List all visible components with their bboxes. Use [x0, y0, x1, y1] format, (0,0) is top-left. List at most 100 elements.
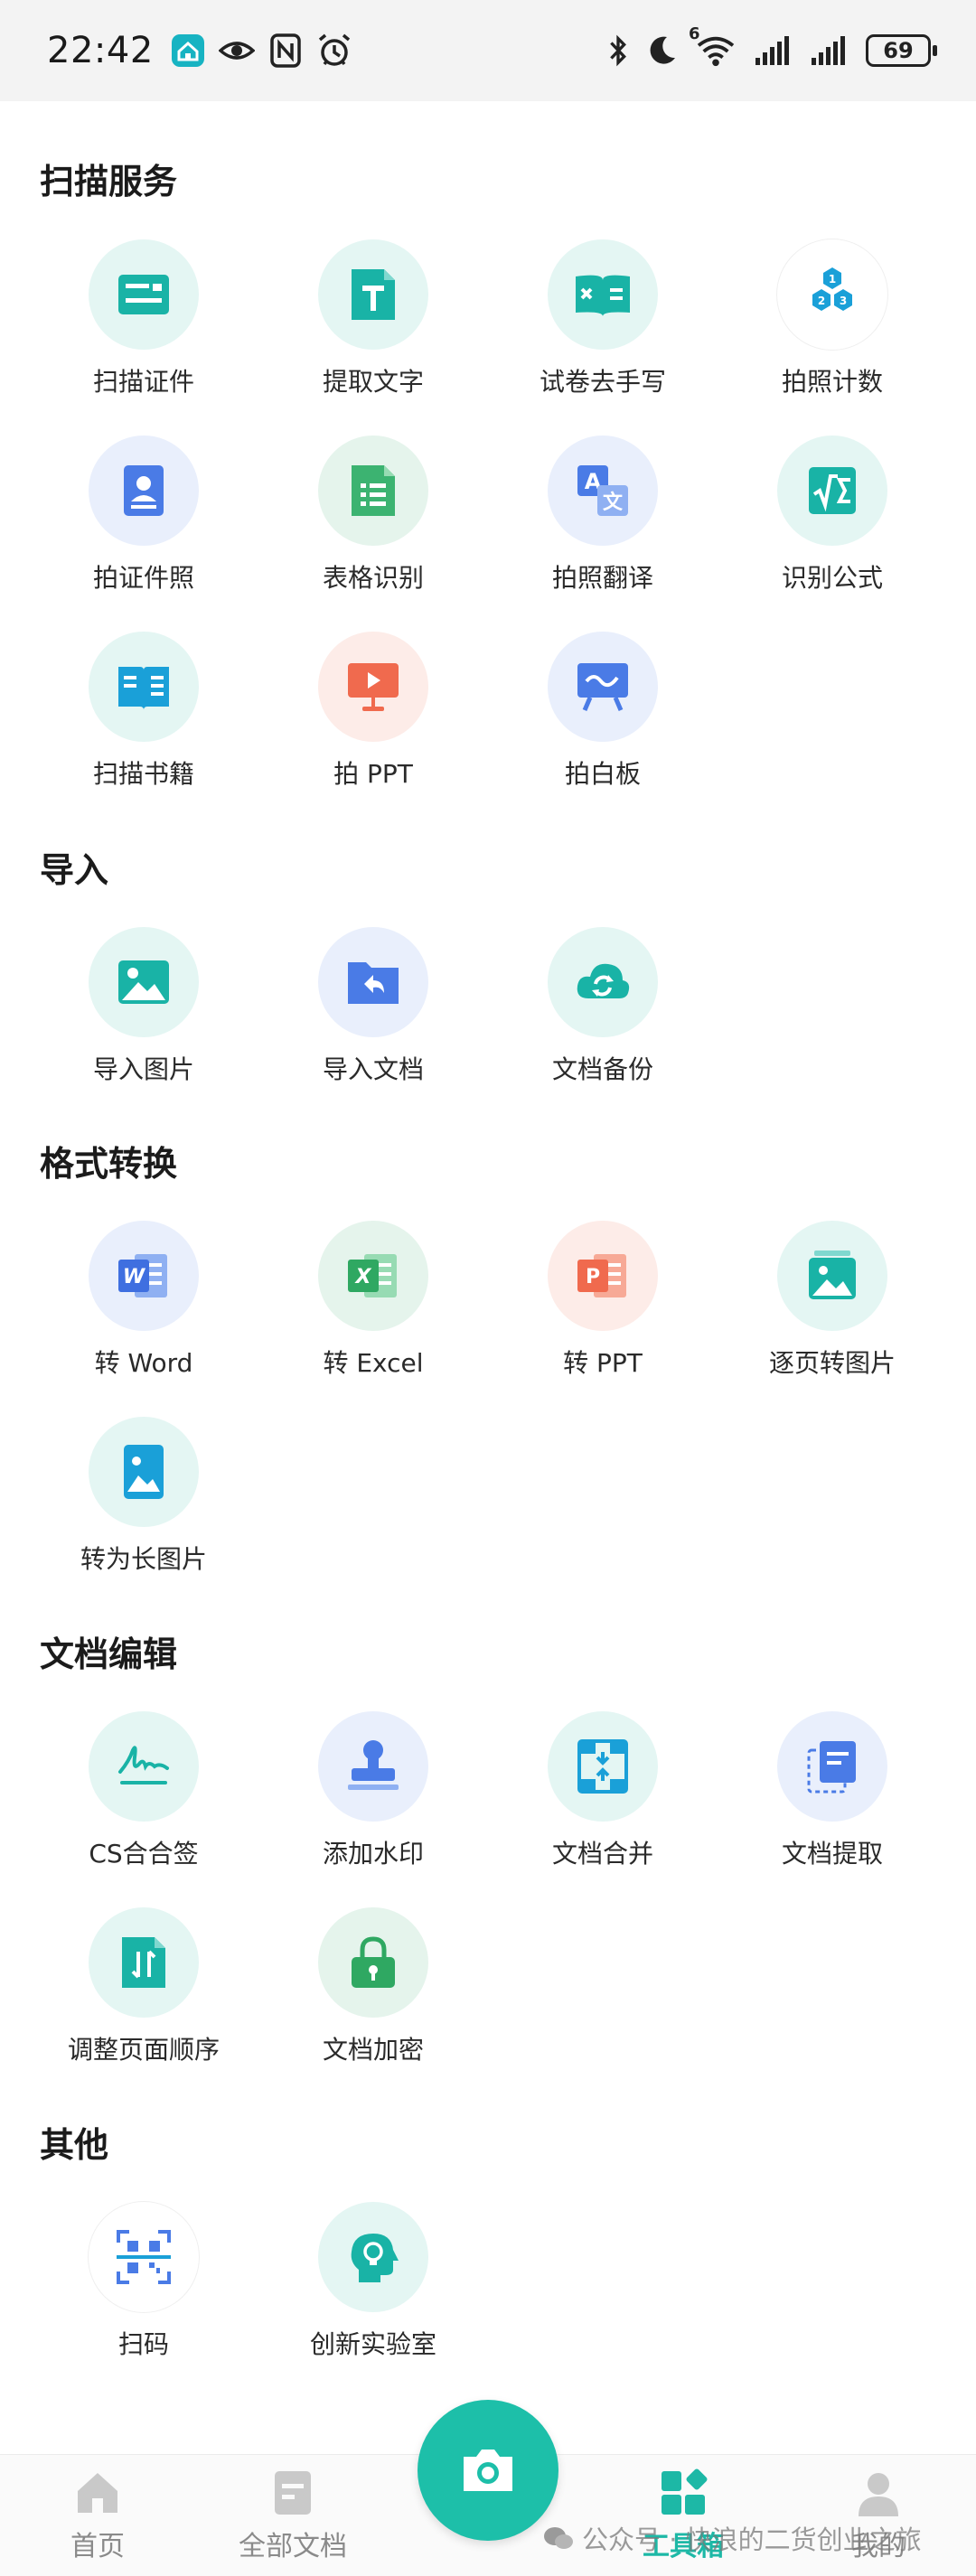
camera-button[interactable]: [418, 2400, 558, 2541]
tool-label: 逐页转图片: [768, 1348, 896, 1378]
extract-pages-icon: [807, 1741, 856, 1794]
tool-label: 拍 PPT: [333, 759, 413, 789]
stamp-icon: [348, 1740, 399, 1790]
tool-label: 转 Excel: [323, 1348, 424, 1378]
nav-label: 全部文档: [239, 2531, 347, 2562]
book-icon: [118, 667, 169, 710]
tool-label: 添加水印: [322, 1839, 424, 1869]
nav-all-documents[interactable]: 全部文档: [211, 2468, 374, 2563]
tool-to-word[interactable]: W 转 Word: [29, 1221, 258, 1380]
tool-encrypt-document[interactable]: 文档加密: [258, 1907, 488, 2066]
stacked-images-icon: [809, 1251, 856, 1299]
tool-label: 扫码: [117, 2329, 169, 2359]
merge-icon: [577, 1739, 628, 1794]
tool-label: 创新实验室: [309, 2329, 436, 2359]
tool-whiteboard[interactable]: 拍白板: [488, 632, 718, 791]
tool-scan-id[interactable]: 扫描证件: [29, 239, 258, 398]
tool-document-backup[interactable]: 文档备份: [488, 927, 718, 1086]
tool-label: 文档合并: [551, 1839, 653, 1869]
count-hexagon-icon: 12 3: [812, 267, 852, 311]
id-card-icon: [118, 275, 169, 314]
tool-merge-documents[interactable]: 文档合并: [488, 1711, 718, 1870]
formula-icon: [809, 467, 856, 514]
id-photo-icon: [124, 465, 164, 516]
qr-scan-icon: [117, 2230, 171, 2284]
nav-label: 首页: [70, 2531, 125, 2562]
tool-label: 拍证件照: [92, 563, 194, 593]
moon-icon: [650, 36, 675, 64]
tool-label: 转 Word: [94, 1348, 193, 1378]
tool-to-long-image[interactable]: 转为长图片: [29, 1417, 258, 1576]
svg-text:文: 文: [603, 491, 624, 514]
section-title-edit: 文档编辑: [40, 1635, 178, 1674]
tool-label: CS合合签: [89, 1839, 199, 1869]
bluetooth-icon: [610, 34, 626, 67]
tool-label: 提取文字: [322, 367, 424, 397]
tool-label: 扫描证件: [92, 367, 194, 397]
table-icon: [352, 465, 395, 516]
tool-label: 导入文档: [322, 1054, 424, 1084]
exam-paper-icon: [576, 275, 630, 316]
tool-add-watermark[interactable]: 添加水印: [258, 1711, 488, 1870]
tool-scan-code[interactable]: 扫码: [29, 2202, 258, 2361]
tool-label: 调整页面顺序: [67, 2035, 220, 2065]
lab-head-icon: [351, 2234, 399, 2282]
tool-label: 文档加密: [322, 2035, 424, 2065]
word-icon: W: [118, 1254, 167, 1297]
tool-extract-text[interactable]: 提取文字: [258, 239, 488, 398]
section-title-scan: 扫描服务: [40, 162, 178, 201]
tool-extract-document[interactable]: 文档提取: [718, 1711, 947, 1870]
lock-icon: [352, 1936, 395, 1988]
excel-icon: X: [348, 1254, 397, 1297]
tool-formula-recognition[interactable]: 识别公式: [718, 436, 947, 595]
tool-label: 转 PPT: [563, 1348, 643, 1378]
tool-scan-book[interactable]: 扫描书籍: [29, 632, 258, 791]
tool-scan-ppt[interactable]: 拍 PPT: [258, 632, 488, 791]
tool-remove-handwriting[interactable]: 试卷去手写: [488, 239, 718, 398]
cloud-sync-icon: [577, 963, 630, 998]
tool-cs-sign[interactable]: CS合合签: [29, 1711, 258, 1870]
battery-level: 69: [883, 38, 914, 63]
wifi-icon: [697, 36, 735, 67]
signature-icon: [118, 1746, 169, 1784]
alarm-icon: [318, 33, 350, 66]
home-app-icon: [171, 34, 204, 67]
tool-reorder-pages[interactable]: 调整页面顺序: [29, 1907, 258, 2066]
tool-pages-to-images[interactable]: 逐页转图片: [718, 1221, 947, 1380]
watermark: 公众号 · 快浪的二货创业之旅: [542, 2519, 922, 2557]
tool-import-image[interactable]: 导入图片: [29, 927, 258, 1086]
tool-label: 扫描书籍: [92, 759, 194, 789]
tool-id-photo[interactable]: 拍证件照: [29, 436, 258, 595]
battery-indicator: 69: [866, 34, 937, 67]
tool-label: 导入图片: [92, 1054, 194, 1084]
toolbox-icon: [662, 2468, 708, 2515]
translate-icon: A文: [577, 465, 628, 516]
tool-to-ppt[interactable]: P 转 PPT: [488, 1221, 718, 1380]
whiteboard-icon: [577, 663, 628, 711]
tool-label: 转为长图片: [80, 1544, 207, 1574]
folder-import-icon: [348, 962, 399, 1004]
svg-text:2: 2: [818, 295, 825, 307]
tool-table-recognition[interactable]: 表格识别: [258, 436, 488, 595]
document-icon: [275, 2471, 311, 2515]
tool-label: 文档备份: [551, 1054, 653, 1084]
signal-icon: [755, 36, 789, 65]
reorder-icon: [122, 1937, 165, 1988]
svg-text:P: P: [586, 1266, 600, 1288]
tool-import-document[interactable]: 导入文档: [258, 927, 488, 1086]
tool-to-excel[interactable]: X 转 Excel: [258, 1221, 488, 1380]
wechat-icon: [544, 2527, 573, 2549]
status-bar: 22:42 6 69: [0, 0, 976, 101]
nav-home[interactable]: 首页: [16, 2468, 179, 2563]
tool-label: 文档提取: [781, 1839, 883, 1869]
tool-label: 表格识别: [322, 563, 424, 593]
tool-innovation-lab[interactable]: 创新实验室: [258, 2202, 488, 2361]
person-icon: [859, 2473, 898, 2516]
powerpoint-icon: P: [577, 1254, 626, 1297]
text-icon: [352, 269, 395, 320]
tool-label: 识别公式: [781, 563, 883, 593]
network-badge: 6: [689, 24, 700, 43]
section-title-import: 导入: [40, 850, 109, 890]
tool-photo-translate[interactable]: A文 拍照翻译: [488, 436, 718, 595]
tool-photo-count[interactable]: 12 3 拍照计数: [718, 239, 947, 398]
